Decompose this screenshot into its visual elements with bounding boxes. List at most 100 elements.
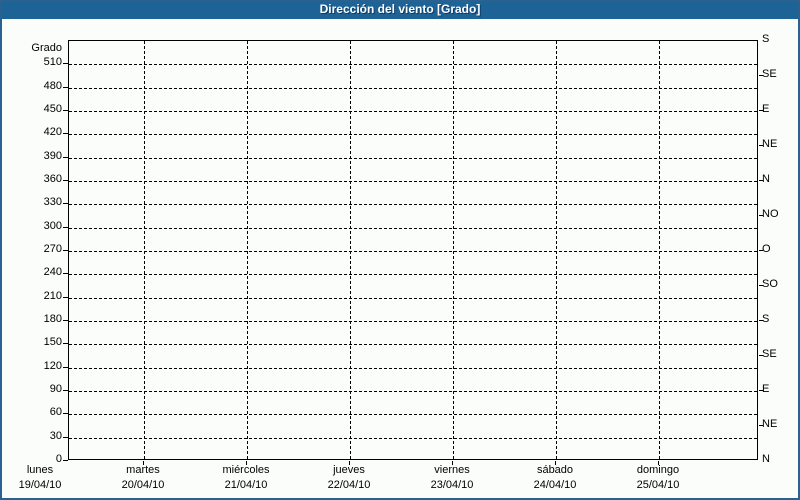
x-date: 23/04/10 xyxy=(430,479,474,491)
y-tick xyxy=(63,343,68,345)
y-tick-label: 90 xyxy=(49,383,62,395)
y-tick xyxy=(63,390,68,391)
y-tick-label: 300 xyxy=(43,219,62,232)
y-tick xyxy=(63,226,68,228)
chart-window: Dirección del viento [Grado] Grado 0 30 60… xyxy=(0,0,800,500)
y-tick-label: 450 xyxy=(43,103,62,115)
compass-label: SE xyxy=(762,348,777,360)
h-gridline xyxy=(69,344,757,346)
y-tick-label: 210 xyxy=(43,289,62,302)
compass-tick xyxy=(759,355,763,356)
y-tick-label: 420 xyxy=(43,126,62,139)
v-gridline xyxy=(659,41,660,459)
compass-label: SE xyxy=(762,68,777,80)
x-weekday: domingo xyxy=(636,464,680,476)
y-tick xyxy=(63,320,68,321)
v-gridline xyxy=(247,41,248,459)
chart-canvas: Grado 0 30 60 90 120 150 180 210 240 270 300 330 360… xyxy=(0,0,800,500)
y-tick xyxy=(63,413,68,415)
compass-tick xyxy=(759,320,763,321)
y-tick xyxy=(63,460,68,461)
y-tick xyxy=(63,273,68,275)
x-weekday: sábado xyxy=(536,464,574,476)
v-gridline xyxy=(144,41,145,459)
plot-area xyxy=(68,40,758,460)
y-tick xyxy=(63,203,68,205)
x-date: 22/04/10 xyxy=(327,479,371,491)
y-tick-label: 60 xyxy=(49,406,62,419)
v-gridline xyxy=(350,41,351,459)
x-weekday: lunes xyxy=(26,464,54,476)
y-tick-label: 270 xyxy=(43,243,62,255)
h-gridline xyxy=(69,437,757,439)
compass-tick xyxy=(759,215,763,216)
x-day-label: miércoles 21/04/10 xyxy=(222,463,269,493)
compass-label: S xyxy=(762,313,770,325)
y-tick-label: 180 xyxy=(43,313,62,325)
h-gridline xyxy=(69,391,757,392)
x-date: 25/04/10 xyxy=(636,479,680,491)
x-tick xyxy=(452,461,453,465)
x-weekday: jueves xyxy=(333,464,365,476)
x-day-label: lunes 19/04/10 xyxy=(19,463,62,493)
h-gridline xyxy=(69,274,757,276)
compass-tick xyxy=(759,145,763,146)
h-gridline xyxy=(69,181,757,182)
y-tick xyxy=(63,86,68,88)
compass-tick xyxy=(759,425,763,426)
y-tick xyxy=(63,296,68,298)
compass-label: N xyxy=(762,173,770,185)
compass-label: O xyxy=(762,243,771,255)
x-day-label: domingo 25/04/10 xyxy=(637,463,680,493)
y-tick-label: 360 xyxy=(43,173,62,185)
compass-label: SO xyxy=(762,278,778,290)
y-tick xyxy=(63,436,68,438)
y-tick-label: 330 xyxy=(43,196,62,209)
x-tick xyxy=(246,461,247,465)
x-weekday: miércoles xyxy=(222,464,270,476)
y-axis-title: Grado xyxy=(31,42,62,54)
chart-title: Dirección del viento [Grado] xyxy=(319,2,481,16)
compass-label: NE xyxy=(762,418,778,430)
x-day-label: sábado 24/04/10 xyxy=(534,463,577,493)
y-tick-label: 30 xyxy=(49,429,62,442)
x-tick xyxy=(143,461,144,465)
y-tick xyxy=(63,250,68,251)
x-weekday: martes xyxy=(126,464,160,476)
h-gridline xyxy=(69,414,757,416)
x-tick xyxy=(349,461,350,465)
compass-label: S xyxy=(762,33,770,45)
y-tick xyxy=(63,366,68,368)
y-tick-label: 390 xyxy=(43,149,62,162)
y-tick-label: 120 xyxy=(43,359,62,372)
h-gridline xyxy=(69,321,757,322)
compass-tick xyxy=(759,390,763,391)
h-gridline xyxy=(69,157,757,159)
h-gridline xyxy=(69,87,757,89)
compass-label: NO xyxy=(762,208,779,220)
x-date: 21/04/10 xyxy=(224,479,268,491)
x-weekday: viernes xyxy=(434,464,470,476)
y-tick-label: 480 xyxy=(43,79,62,92)
y-tick xyxy=(63,133,68,135)
compass-tick xyxy=(759,250,763,251)
compass-tick xyxy=(759,75,763,76)
compass-label: N xyxy=(762,453,770,465)
chart-title-bar: Dirección del viento [Grado] xyxy=(0,0,800,19)
y-tick xyxy=(63,110,68,111)
y-tick-label: 240 xyxy=(43,266,62,279)
h-gridline xyxy=(69,64,757,66)
x-date: 20/04/10 xyxy=(121,479,165,491)
x-date: 24/04/10 xyxy=(533,479,577,491)
compass-tick xyxy=(759,285,763,286)
v-gridline xyxy=(556,41,557,459)
h-gridline xyxy=(69,204,757,206)
v-gridline xyxy=(453,41,454,459)
h-gridline xyxy=(69,251,757,252)
compass-label: E xyxy=(762,103,770,115)
compass-tick xyxy=(759,180,763,181)
x-date: 19/04/10 xyxy=(18,479,62,491)
x-day-label: viernes 23/04/10 xyxy=(431,463,474,493)
h-gridline xyxy=(69,111,757,112)
x-day-label: martes 20/04/10 xyxy=(122,463,165,493)
